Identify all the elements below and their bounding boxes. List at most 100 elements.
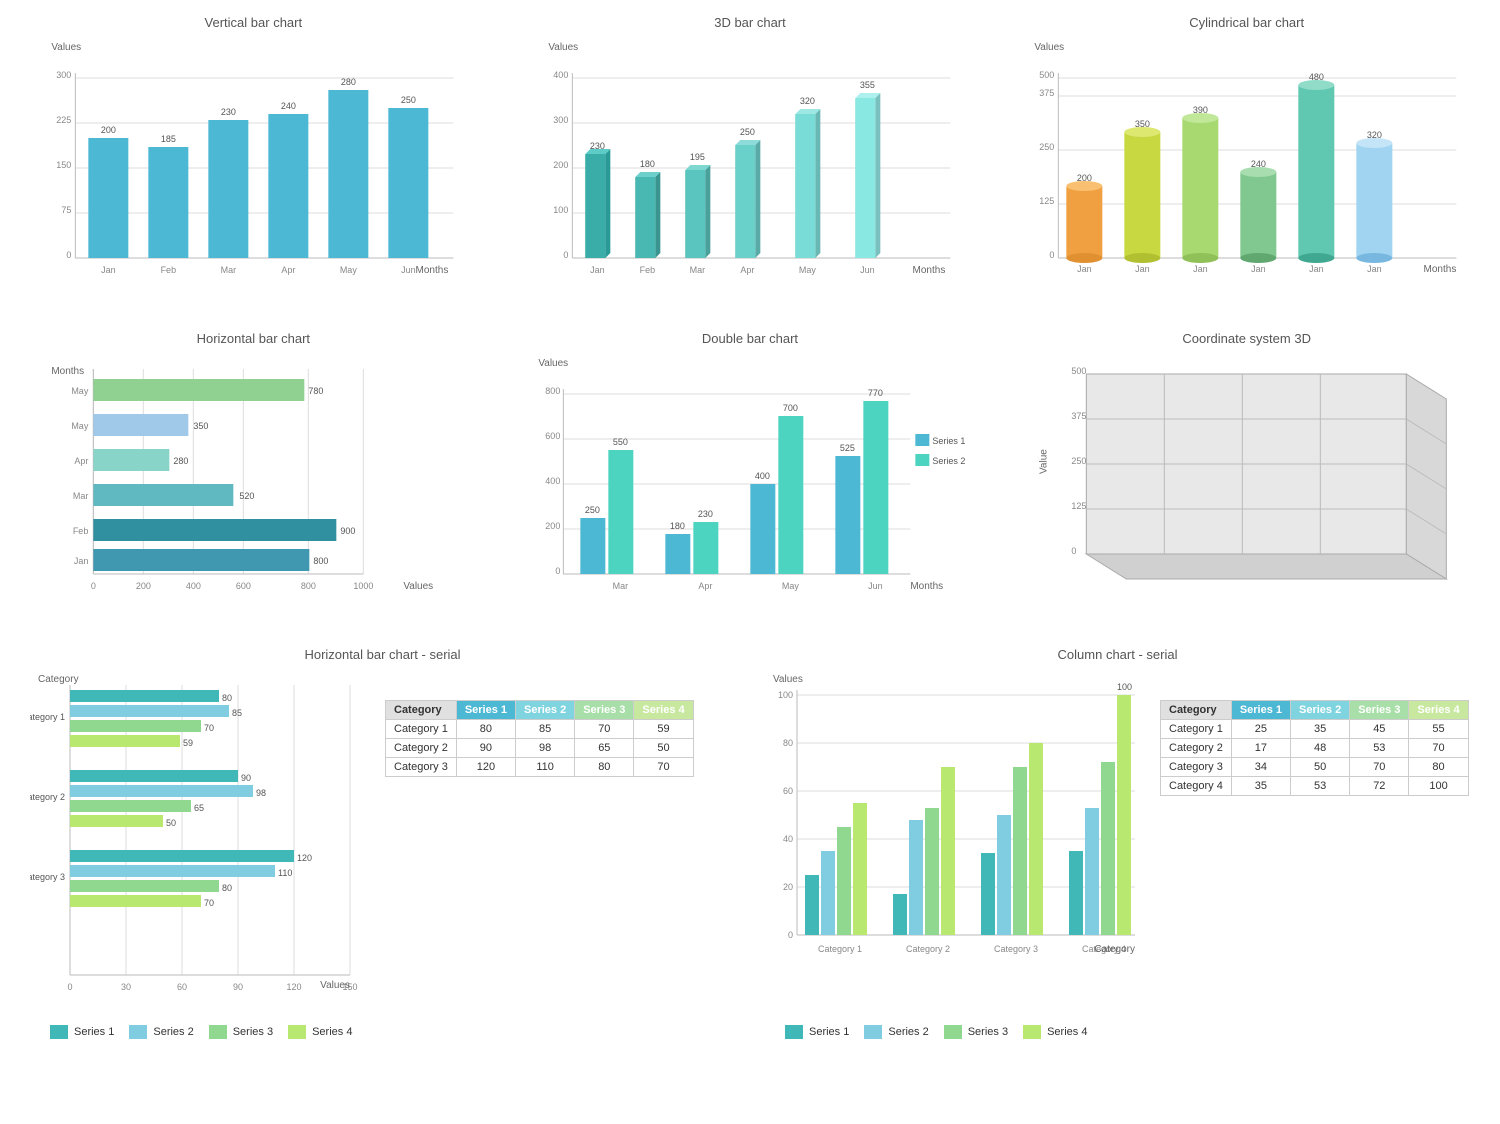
svg-text:280: 280 (173, 456, 188, 466)
svg-text:1000: 1000 (353, 581, 373, 591)
svg-text:80: 80 (222, 693, 232, 703)
svg-text:30: 30 (121, 982, 131, 992)
svg-text:120: 120 (286, 982, 301, 992)
svg-text:Apr: Apr (74, 456, 88, 466)
svg-text:Mar: Mar (612, 581, 628, 591)
svg-text:Category 3: Category 3 (994, 944, 1038, 954)
svg-text:Jan: Jan (1135, 264, 1150, 274)
svg-text:250: 250 (739, 127, 754, 137)
svg-text:Category 1: Category 1 (30, 712, 65, 722)
svg-text:200: 200 (101, 125, 116, 135)
svg-text:250: 250 (1072, 456, 1087, 466)
svg-text:Values: Values (548, 42, 578, 53)
svg-text:195: 195 (689, 152, 704, 162)
svg-text:Mar: Mar (73, 491, 89, 501)
svg-text:Category 3: Category 3 (30, 872, 65, 882)
svg-text:350: 350 (193, 421, 208, 431)
svg-text:500: 500 (1072, 366, 1087, 376)
legend-series4: Series 4 (288, 1025, 352, 1039)
3d-bar-title: 3D bar chart (517, 15, 984, 30)
svg-text:600: 600 (545, 431, 560, 441)
svg-text:90: 90 (241, 773, 251, 783)
horizontal-bar-chart: Horizontal bar chart Months 0 200 400 60… (5, 321, 502, 637)
bar-apr (268, 114, 308, 258)
col-legend-label-s4: Series 4 (1047, 1026, 1087, 1038)
svg-text:770: 770 (867, 388, 882, 398)
svg-text:Category: Category (1094, 944, 1135, 955)
svg-text:70: 70 (204, 898, 214, 908)
svg-text:100: 100 (553, 205, 568, 215)
svg-text:May: May (340, 265, 358, 275)
svg-text:59: 59 (183, 738, 193, 748)
svg-text:320: 320 (799, 96, 814, 106)
svg-text:Values: Values (1035, 42, 1065, 53)
double-bar-svg: Values 0 200 400 600 800 250 550 Mar (517, 354, 984, 614)
svg-text:225: 225 (56, 115, 71, 125)
svg-text:240: 240 (281, 101, 296, 111)
svg-text:150: 150 (56, 160, 71, 170)
svg-text:400: 400 (186, 581, 201, 591)
svg-text:520: 520 (239, 491, 254, 501)
svg-text:0: 0 (91, 581, 96, 591)
svg-text:240: 240 (1251, 159, 1266, 169)
svg-text:80: 80 (783, 738, 793, 748)
svg-text:400: 400 (754, 471, 769, 481)
svg-text:May: May (781, 581, 799, 591)
col-legend-label-s2: Series 2 (888, 1026, 928, 1038)
svg-text:Feb: Feb (161, 265, 177, 275)
col-legend-series4: Series 4 (1023, 1025, 1087, 1039)
svg-text:Category 2: Category 2 (30, 792, 65, 802)
legend-series3: Series 3 (209, 1025, 273, 1039)
svg-text:900: 900 (340, 526, 355, 536)
svg-text:780: 780 (308, 386, 323, 396)
svg-text:0: 0 (563, 250, 568, 260)
svg-text:Jan: Jan (1251, 264, 1266, 274)
svg-text:Months: Months (416, 265, 449, 276)
svg-text:60: 60 (783, 786, 793, 796)
svg-text:400: 400 (545, 476, 560, 486)
svg-text:100: 100 (778, 690, 793, 700)
column-serial-svg: Values 0 20 40 60 80 100 (765, 670, 1145, 1010)
horizontal-serial-svg: Category 0 30 60 90 120 150 (30, 670, 370, 1010)
svg-text:Jan: Jan (1193, 264, 1208, 274)
svg-text:200: 200 (545, 521, 560, 531)
svg-text:60: 60 (177, 982, 187, 992)
svg-text:40: 40 (783, 834, 793, 844)
svg-text:80: 80 (222, 883, 232, 893)
svg-text:May: May (71, 386, 89, 396)
svg-text:Jan: Jan (590, 265, 605, 275)
svg-text:Mar: Mar (221, 265, 237, 275)
svg-text:Months: Months (51, 366, 84, 377)
double-bar-chart: Double bar chart Values 0 200 400 600 80… (502, 321, 999, 637)
svg-text:600: 600 (236, 581, 251, 591)
legend-label-s4: Series 4 (312, 1026, 352, 1038)
svg-text:Jan: Jan (1077, 264, 1092, 274)
svg-text:Apr: Apr (698, 581, 712, 591)
col-legend-label-s3: Series 3 (968, 1026, 1008, 1038)
svg-text:250: 250 (401, 95, 416, 105)
svg-text:75: 75 (61, 205, 71, 215)
svg-text:90: 90 (233, 982, 243, 992)
svg-text:Jan: Jan (1309, 264, 1324, 274)
svg-text:350: 350 (1135, 119, 1150, 129)
svg-text:Feb: Feb (73, 526, 89, 536)
svg-text:125: 125 (1072, 501, 1087, 511)
svg-text:280: 280 (341, 77, 356, 87)
vertical-bar-title: Vertical bar chart (20, 15, 487, 30)
svg-text:70: 70 (204, 723, 214, 733)
svg-text:480: 480 (1309, 72, 1324, 82)
svg-text:Feb: Feb (639, 265, 655, 275)
svg-text:110: 110 (278, 868, 292, 878)
svg-text:Jan: Jan (74, 556, 89, 566)
legend-series1: Series 1 (50, 1025, 114, 1039)
horizontal-bar-svg: Months 0 200 400 600 800 1000 (20, 354, 487, 614)
svg-text:Value: Value (1039, 449, 1050, 474)
svg-text:200: 200 (136, 581, 151, 591)
svg-text:355: 355 (859, 80, 874, 90)
svg-text:125: 125 (1040, 196, 1055, 206)
svg-text:250: 250 (1040, 142, 1055, 152)
svg-text:375: 375 (1072, 411, 1087, 421)
3d-bar-chart: 3D bar chart Values 0 100 200 300 400 (502, 5, 999, 321)
svg-text:Values: Values (538, 358, 568, 369)
vertical-bar-chart: Vertical bar chart Values 0 75 150 225 3… (5, 5, 502, 321)
